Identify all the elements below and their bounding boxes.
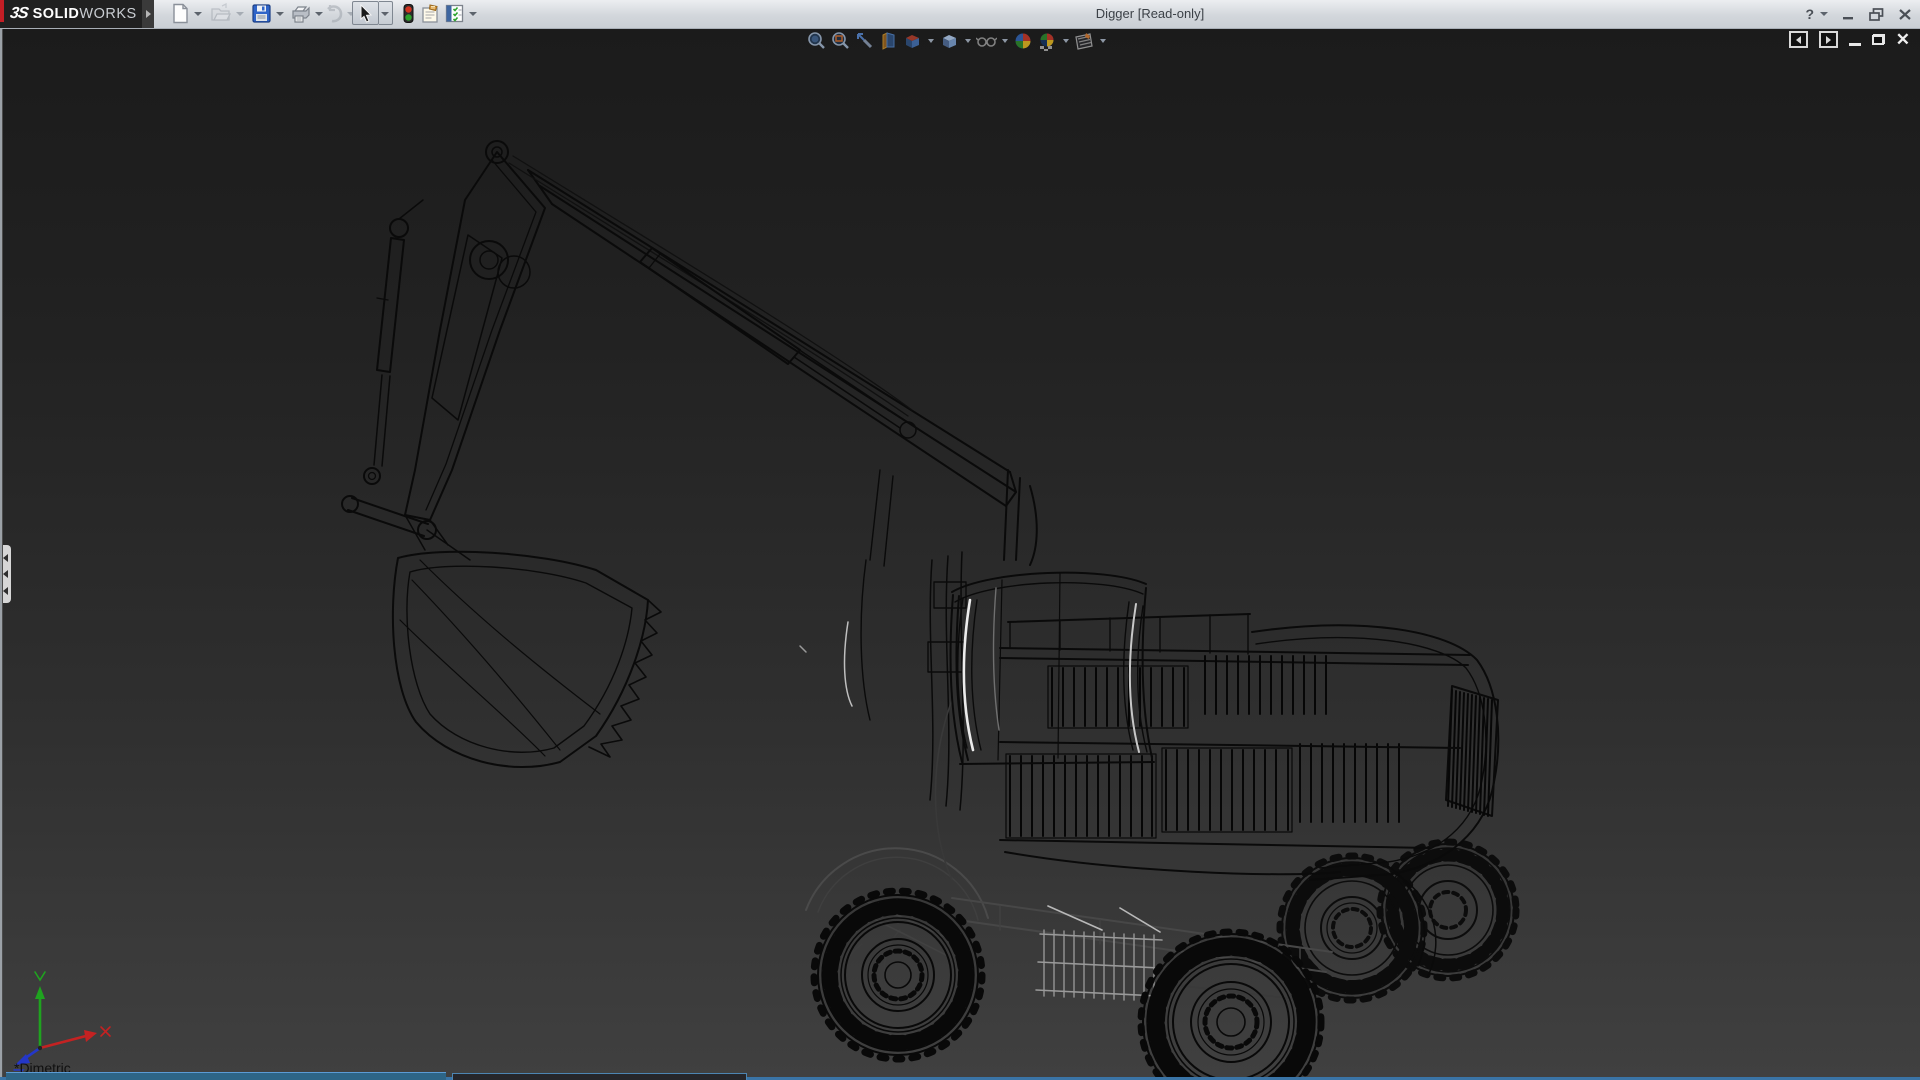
section-view-icon[interactable] (878, 31, 899, 51)
boom-arm (342, 141, 1016, 560)
options-checklist-icon[interactable] (444, 3, 465, 24)
taskbar-button-edge[interactable] (452, 1073, 747, 1080)
hide-show-items-icon[interactable] (976, 31, 997, 51)
select-tool-caret (381, 12, 389, 16)
save-icon[interactable] (251, 3, 272, 24)
file-properties-icon[interactable] (420, 3, 441, 24)
apply-scene-icon[interactable] (1037, 31, 1058, 51)
app-restore-icon[interactable] (1869, 8, 1884, 21)
options-caret[interactable] (469, 12, 477, 16)
display-style-caret[interactable] (965, 39, 971, 43)
pane-left-icon[interactable] (1789, 31, 1808, 48)
view-orientation-icon[interactable] (902, 31, 923, 51)
display-style-icon[interactable] (939, 31, 960, 51)
document-close-icon[interactable]: ✕ (1896, 33, 1910, 47)
save-caret[interactable] (276, 12, 284, 16)
excavator-wireframe-model[interactable] (0, 0, 1920, 1080)
expand-arrow-icon (146, 10, 151, 18)
edit-appearance-icon[interactable] (1013, 31, 1034, 51)
zoom-to-area-icon[interactable] (830, 31, 851, 51)
view-settings-icon[interactable] (1074, 31, 1095, 51)
heads-up-view-toolbar (806, 30, 1108, 52)
solidworks-logo: 3S SOLIDWORKS (0, 0, 142, 28)
print-icon[interactable] (290, 3, 311, 24)
apply-scene-caret[interactable] (1063, 39, 1069, 43)
logo-mark: 3S (9, 5, 29, 23)
bucket (393, 552, 661, 767)
new-document-icon[interactable] (170, 3, 191, 24)
previous-view-icon[interactable] (854, 31, 875, 51)
select-tool-caret-button[interactable] (379, 1, 393, 25)
view-orientation-caret[interactable] (928, 39, 934, 43)
window-title: Digger [Read-only] (1040, 0, 1260, 28)
logo-text: SOLIDWORKS (33, 6, 137, 22)
pane-right-icon[interactable] (1819, 31, 1838, 48)
title-bar: 3S SOLIDWORKS (0, 0, 1920, 29)
document-window-controls: ✕ (1789, 31, 1910, 48)
logo-red-flag (0, 0, 4, 22)
collapse-arrow-icon (3, 570, 8, 578)
select-tool-button[interactable] (352, 1, 379, 25)
new-document-caret[interactable] (194, 12, 202, 16)
menu-expand-button[interactable] (142, 0, 154, 28)
view-settings-caret[interactable] (1100, 39, 1106, 43)
document-minimize-icon[interactable] (1849, 43, 1861, 46)
view-simulation-traffic-light-icon[interactable] (398, 3, 419, 24)
open-document-caret[interactable] (236, 12, 244, 16)
collapse-arrow-icon (3, 554, 8, 562)
app-close-icon[interactable] (1898, 8, 1912, 21)
help-button[interactable]: ? (1805, 7, 1814, 21)
zoom-to-fit-icon[interactable] (806, 31, 827, 51)
select-cursor-icon (358, 4, 375, 23)
app-window-controls: ? (1805, 0, 1912, 28)
taskbar-edge (0, 1072, 1920, 1080)
print-caret[interactable] (315, 12, 323, 16)
app-minimize-icon[interactable] (1842, 8, 1855, 20)
taskbar-button-edge[interactable] (6, 1072, 446, 1080)
window-left-border-inner (2, 28, 3, 1080)
open-document-icon[interactable] (210, 3, 231, 24)
undo-icon[interactable] (323, 3, 344, 24)
help-caret[interactable] (1820, 12, 1828, 16)
hide-show-items-caret[interactable] (1002, 39, 1008, 43)
collapse-arrow-icon (3, 587, 8, 595)
document-restore-icon[interactable] (1872, 34, 1885, 45)
